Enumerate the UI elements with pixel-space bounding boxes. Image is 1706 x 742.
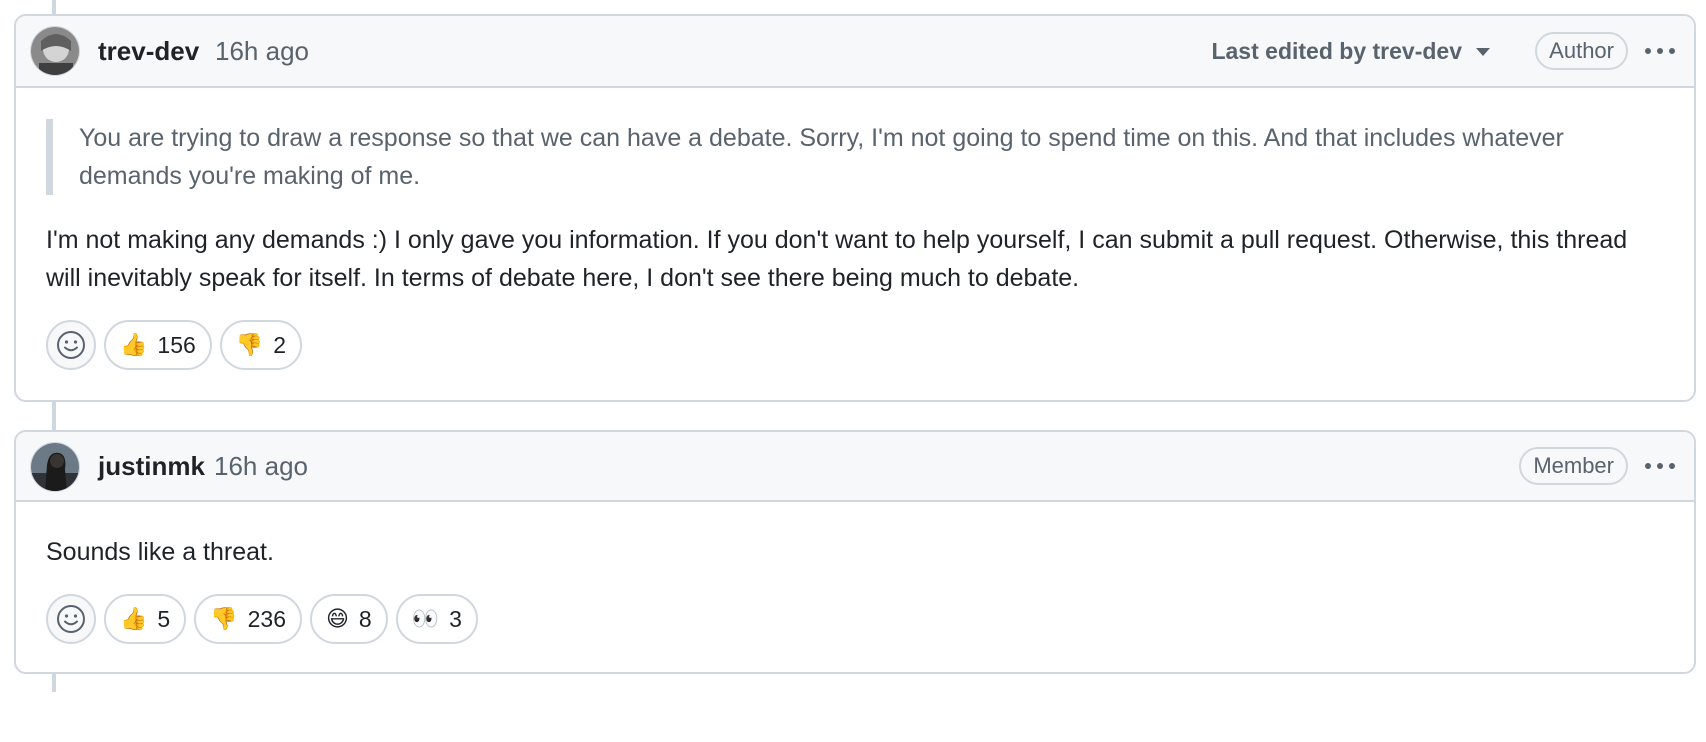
reactions-bar: 👍 5 👎 236 😄 8 👀 3 [16, 594, 1694, 644]
avatar[interactable] [30, 26, 80, 76]
comment-body: Sounds like a threat. [16, 502, 1694, 571]
author-link[interactable]: trev-dev [98, 36, 199, 67]
reaction-count: 3 [449, 605, 462, 632]
comment-timestamp[interactable]: 16h ago [214, 451, 308, 482]
add-reaction-button[interactable] [46, 320, 96, 370]
issue-timeline: trev-dev 16h ago Last edited by trev-dev… [0, 0, 1706, 742]
reaction-count: 8 [358, 605, 372, 632]
kebab-dot-icon [1669, 463, 1675, 469]
edited-by: trev-dev [1372, 37, 1462, 64]
kebab-dot-icon [1657, 463, 1663, 469]
reaction-laugh[interactable]: 😄 8 [309, 594, 388, 644]
author-link[interactable]: justinmk [98, 451, 205, 482]
reaction-count: 156 [157, 331, 196, 358]
comment-timestamp[interactable]: 16h ago [215, 36, 309, 67]
reaction-count: 5 [157, 605, 171, 632]
comment: trev-dev 16h ago Last edited by trev-dev… [14, 14, 1696, 402]
comment-header: justinmk 16h ago Member [16, 432, 1694, 502]
thumbs-up-icon: 👍 [120, 332, 148, 358]
timeline-connector [52, 400, 56, 432]
thumbs-down-icon: 👎 [210, 606, 238, 632]
thumbs-up-icon: 👍 [120, 606, 148, 632]
kebab-dot-icon [1657, 48, 1663, 54]
reaction-thumbs-up[interactable]: 👍 156 [104, 320, 212, 370]
comment: justinmk 16h ago Member Sounds like a th… [14, 430, 1696, 674]
reaction-thumbs-down[interactable]: 👎 236 [194, 594, 302, 644]
thumbs-down-icon: 👎 [235, 332, 264, 358]
comment-header: trev-dev 16h ago Last edited by trev-dev… [16, 16, 1694, 88]
comment-body: You are trying to draw a response so tha… [16, 88, 1694, 297]
reaction-count: 2 [273, 331, 286, 358]
edited-prefix: Last edited by [1211, 37, 1367, 64]
avatar[interactable] [30, 442, 80, 492]
timeline-connector [52, 672, 56, 692]
comment-options-button[interactable] [1640, 31, 1680, 71]
chevron-down-icon [1476, 48, 1490, 56]
reaction-thumbs-down[interactable]: 👎 2 [219, 320, 302, 370]
reactions-bar: 👍 156 👎 2 [16, 320, 1694, 370]
add-reaction-button[interactable] [46, 594, 96, 644]
reaction-thumbs-up[interactable]: 👍 5 [104, 594, 187, 644]
smiley-icon [57, 605, 85, 633]
kebab-dot-icon [1669, 48, 1675, 54]
smiley-icon [57, 331, 85, 359]
comment-text: Sounds like a threat. [46, 538, 274, 566]
role-badge: Member [1519, 447, 1628, 485]
laugh-icon: 😄 [325, 606, 349, 632]
blockquote: You are trying to draw a response so tha… [46, 119, 1664, 195]
comment-text: I'm not making any demands :) I only gav… [46, 226, 1628, 292]
edit-history-dropdown[interactable]: Last edited by trev-dev [1211, 38, 1490, 65]
eyes-icon: 👀 [411, 606, 440, 632]
kebab-dot-icon [1645, 463, 1651, 469]
reaction-eyes[interactable]: 👀 3 [395, 594, 478, 644]
reaction-count: 236 [247, 605, 286, 632]
role-badge: Author [1535, 32, 1628, 70]
comment-options-button[interactable] [1640, 446, 1680, 486]
kebab-dot-icon [1645, 48, 1651, 54]
